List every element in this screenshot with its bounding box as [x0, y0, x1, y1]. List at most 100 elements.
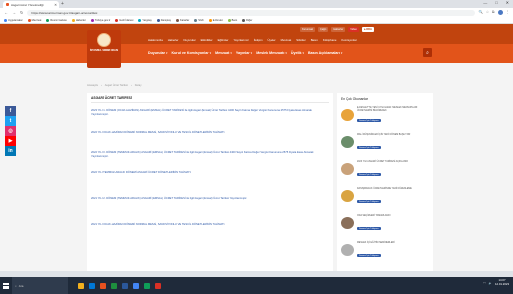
primary-nav-item[interactable]: Üyeler — [268, 38, 276, 42]
new-tab-button[interactable]: + — [61, 1, 64, 7]
acrobat-icon[interactable] — [155, 282, 161, 289]
article-link[interactable]: 2023 YILI 1. DÖNEM (OCAK-HAZİRAN) ASGARİ… — [91, 109, 329, 116]
news-headline[interactable]: MESLEK İÇİ EĞİTİM SEMİNERLERİ — [357, 242, 427, 245]
news-headline[interactable]: ODA SEÇİMLERİ TAMAMLANDI — [357, 215, 427, 218]
primary-nav-item[interactable]: İletişim — [254, 38, 263, 42]
menu-kebab-icon[interactable]: ⋮ — [506, 10, 510, 15]
secondary-nav-item[interactable]: Duyurular — [148, 51, 165, 55]
extensions-icon[interactable]: ⧉ — [492, 10, 495, 15]
star-icon[interactable]: ☆ — [486, 10, 489, 15]
bookmark-item[interactable]: Baro — [227, 18, 237, 22]
sidebar-news-item[interactable]: E-DEVLET'TE YENİ UYGULAMA: MESLEK MENSUP… — [341, 107, 429, 127]
read-more-badge[interactable]: Devamı İçin Tıklayınız — [357, 200, 381, 203]
primary-nav-item[interactable]: Etkinlikler — [201, 38, 213, 42]
news-headline[interactable]: E-DEVLET'TE YENİ UYGULAMA: MESLEK MENSUP… — [357, 107, 427, 113]
sidebar-news-item[interactable]: MESLEK İÇİ EĞİTİM SEMİNERLERİ Devamı İçin… — [341, 242, 429, 262]
word-icon[interactable] — [122, 282, 128, 289]
secondary-nav-item[interactable]: Üyelik — [291, 51, 302, 55]
header-link[interactable]: Çağrı — [317, 27, 329, 32]
read-more-badge[interactable]: Devamı İçin Tıklayınız — [357, 173, 381, 176]
bookmark-item[interactable]: Türkiye.gov.tr — [90, 18, 110, 22]
bookmark-item[interactable]: Resmi Gazete — [46, 18, 67, 22]
url-input[interactable]: https://www.tarimorman.gov.tr/asgari-ucr… — [27, 9, 475, 16]
maximize-icon[interactable]: □ — [495, 0, 497, 5]
taskbar-search[interactable]: ⌕ Ara — [12, 277, 68, 294]
sidebar-news-item[interactable]: 2023 YILI ASGARİ ÜCRET TARİFESİ AÇIKLAND… — [341, 161, 429, 181]
sidebar-news-item[interactable]: ODA SEÇİMLERİ TAMAMLANDI Devamı İçin Tıkl… — [341, 215, 429, 235]
secondary-nav-item[interactable]: Kurul ve Komisyonlar — [172, 51, 209, 55]
secondary-nav-item[interactable]: Yayınlar — [236, 51, 250, 55]
bookmark-item[interactable]: Gelir İdaresi — [115, 18, 133, 22]
header-link[interactable]: Haberler — [331, 27, 346, 32]
reload-icon[interactable]: ↻ — [20, 10, 23, 15]
primary-nav-item[interactable]: Hakkımızda — [148, 38, 163, 42]
breadcrumb-item[interactable]: Detay — [135, 84, 142, 87]
news-thumbnail[interactable] — [341, 217, 354, 229]
youtube-icon[interactable]: ▶ — [5, 136, 16, 146]
zoom-icon[interactable]: 🔍 — [479, 10, 483, 15]
article-link[interactable]: 2022 YILI TEMMUZ-ARALIK DÖNEMİ ASGARİ ÜC… — [91, 171, 329, 175]
excel-icon[interactable] — [111, 282, 117, 289]
secondary-nav-item[interactable]: Basın Açıklamaları — [308, 51, 340, 55]
bookmark-item[interactable]: Uygulamalar — [4, 18, 23, 22]
primary-nav-item[interactable]: Eğitimler — [218, 38, 229, 42]
facebook-icon[interactable]: f — [5, 106, 16, 116]
close-tab-icon[interactable]: ✕ — [54, 3, 57, 7]
instagram-icon[interactable]: ◎ — [5, 126, 16, 136]
primary-nav-item[interactable]: Basın — [311, 38, 318, 42]
primary-nav-item[interactable]: Haberler — [168, 38, 179, 42]
clock[interactable]: 14:07 12.01.2023 — [495, 278, 509, 286]
bookmark-item[interactable]: E-Devlet — [208, 18, 223, 22]
browser-tab[interactable]: Asgari ücret Yönetmeliği ✕ — [3, 1, 59, 8]
article-link[interactable]: 2021 YILI OCAK-HAZİRAN DÖNEMİ NORMAL MES… — [91, 223, 329, 227]
edge-icon[interactable] — [89, 282, 95, 289]
site-search-button[interactable]: ⌕ — [423, 48, 432, 57]
bookmark-item[interactable]: Diğer — [242, 18, 252, 22]
twitter-icon[interactable]: t — [5, 116, 16, 126]
primary-nav-item[interactable]: Komisyonlar — [341, 38, 356, 42]
bookmark-item[interactable]: Danıştay — [156, 18, 171, 22]
sidebar-news-item[interactable]: MALİ MÜŞAVİRLER İÇİN YENİ DÖNEM BAŞLIYOR… — [341, 134, 429, 154]
primary-nav-item[interactable]: Duyurular — [184, 38, 196, 42]
article-link[interactable]: 2022 YILI II. DÖNEM (TEMMUZ-ARALIK) ASGA… — [91, 151, 329, 158]
bookmark-item[interactable]: SGK — [194, 18, 204, 22]
sheets-icon[interactable] — [144, 282, 150, 289]
article-link[interactable]: 2021 YILI 2. DÖNEM (TEMMUZ-ARALIK) ASGAR… — [91, 197, 329, 201]
secondary-nav-item[interactable]: Mevzuat — [215, 51, 229, 55]
office-icon[interactable] — [100, 282, 106, 289]
profile-avatar[interactable] — [497, 10, 503, 15]
bookmark-item[interactable]: Yargıtay — [138, 18, 152, 22]
breadcrumb-item[interactable]: Anasayfa — [87, 84, 98, 87]
bookmark-item[interactable]: Mevzuat — [27, 18, 41, 22]
news-headline[interactable]: MALİ MÜŞAVİRLER İÇİN YENİ DÖNEM BAŞLIYOR — [357, 134, 427, 137]
read-more-badge[interactable]: Devamı İçin Tıklayınız — [357, 227, 381, 230]
news-headline[interactable]: DANIŞMANLIK ÜCRETLERİNDE YENİ DÜZENLEME — [357, 188, 427, 191]
primary-nav-item[interactable]: Kütüphane — [323, 38, 337, 42]
header-link[interactable]: Kurumsal — [300, 27, 315, 32]
news-thumbnail[interactable] — [341, 244, 354, 256]
primary-nav-item[interactable]: Yayınlarımız — [233, 38, 248, 42]
news-headline[interactable]: 2023 YILI ASGARİ ÜCRET TARİFESİ AÇIKLAND… — [357, 161, 427, 164]
header-link[interactable]: e-ODA — [361, 27, 374, 32]
network-icon[interactable]: ◠ — [483, 281, 485, 285]
volume-icon[interactable]: 🔈 — [489, 281, 492, 285]
news-thumbnail[interactable] — [341, 190, 354, 202]
news-thumbnail[interactable] — [341, 109, 354, 121]
site-logo[interactable]: İSTANBUL SMMM ODASI — [87, 30, 121, 68]
start-button[interactable] — [0, 277, 12, 294]
header-link[interactable]: Video — [348, 27, 359, 32]
bookmark-item[interactable]: Haberler — [71, 18, 86, 22]
primary-nav-item[interactable]: Sirküler — [296, 38, 305, 42]
read-more-badge[interactable]: Devamı İçin Tıklayınız — [357, 146, 381, 149]
read-more-badge[interactable]: Devamı İçin Tıklayınız — [357, 254, 381, 257]
sidebar-news-item[interactable]: DANIŞMANLIK ÜCRETLERİNDE YENİ DÜZENLEME D… — [341, 188, 429, 208]
chrome-icon[interactable] — [133, 282, 139, 289]
back-arrow-icon[interactable]: ← — [4, 10, 8, 15]
primary-nav-item[interactable]: Mevzuat — [281, 38, 292, 42]
minimize-icon[interactable]: — — [483, 0, 487, 5]
forward-arrow-icon[interactable]: → — [12, 10, 16, 15]
bookmark-item[interactable]: Kararlar — [176, 18, 189, 22]
linkedin-icon[interactable]: in — [5, 146, 16, 156]
news-thumbnail[interactable] — [341, 163, 354, 175]
breadcrumb-item[interactable]: Asgari Ücret Tarifesi — [105, 84, 128, 87]
